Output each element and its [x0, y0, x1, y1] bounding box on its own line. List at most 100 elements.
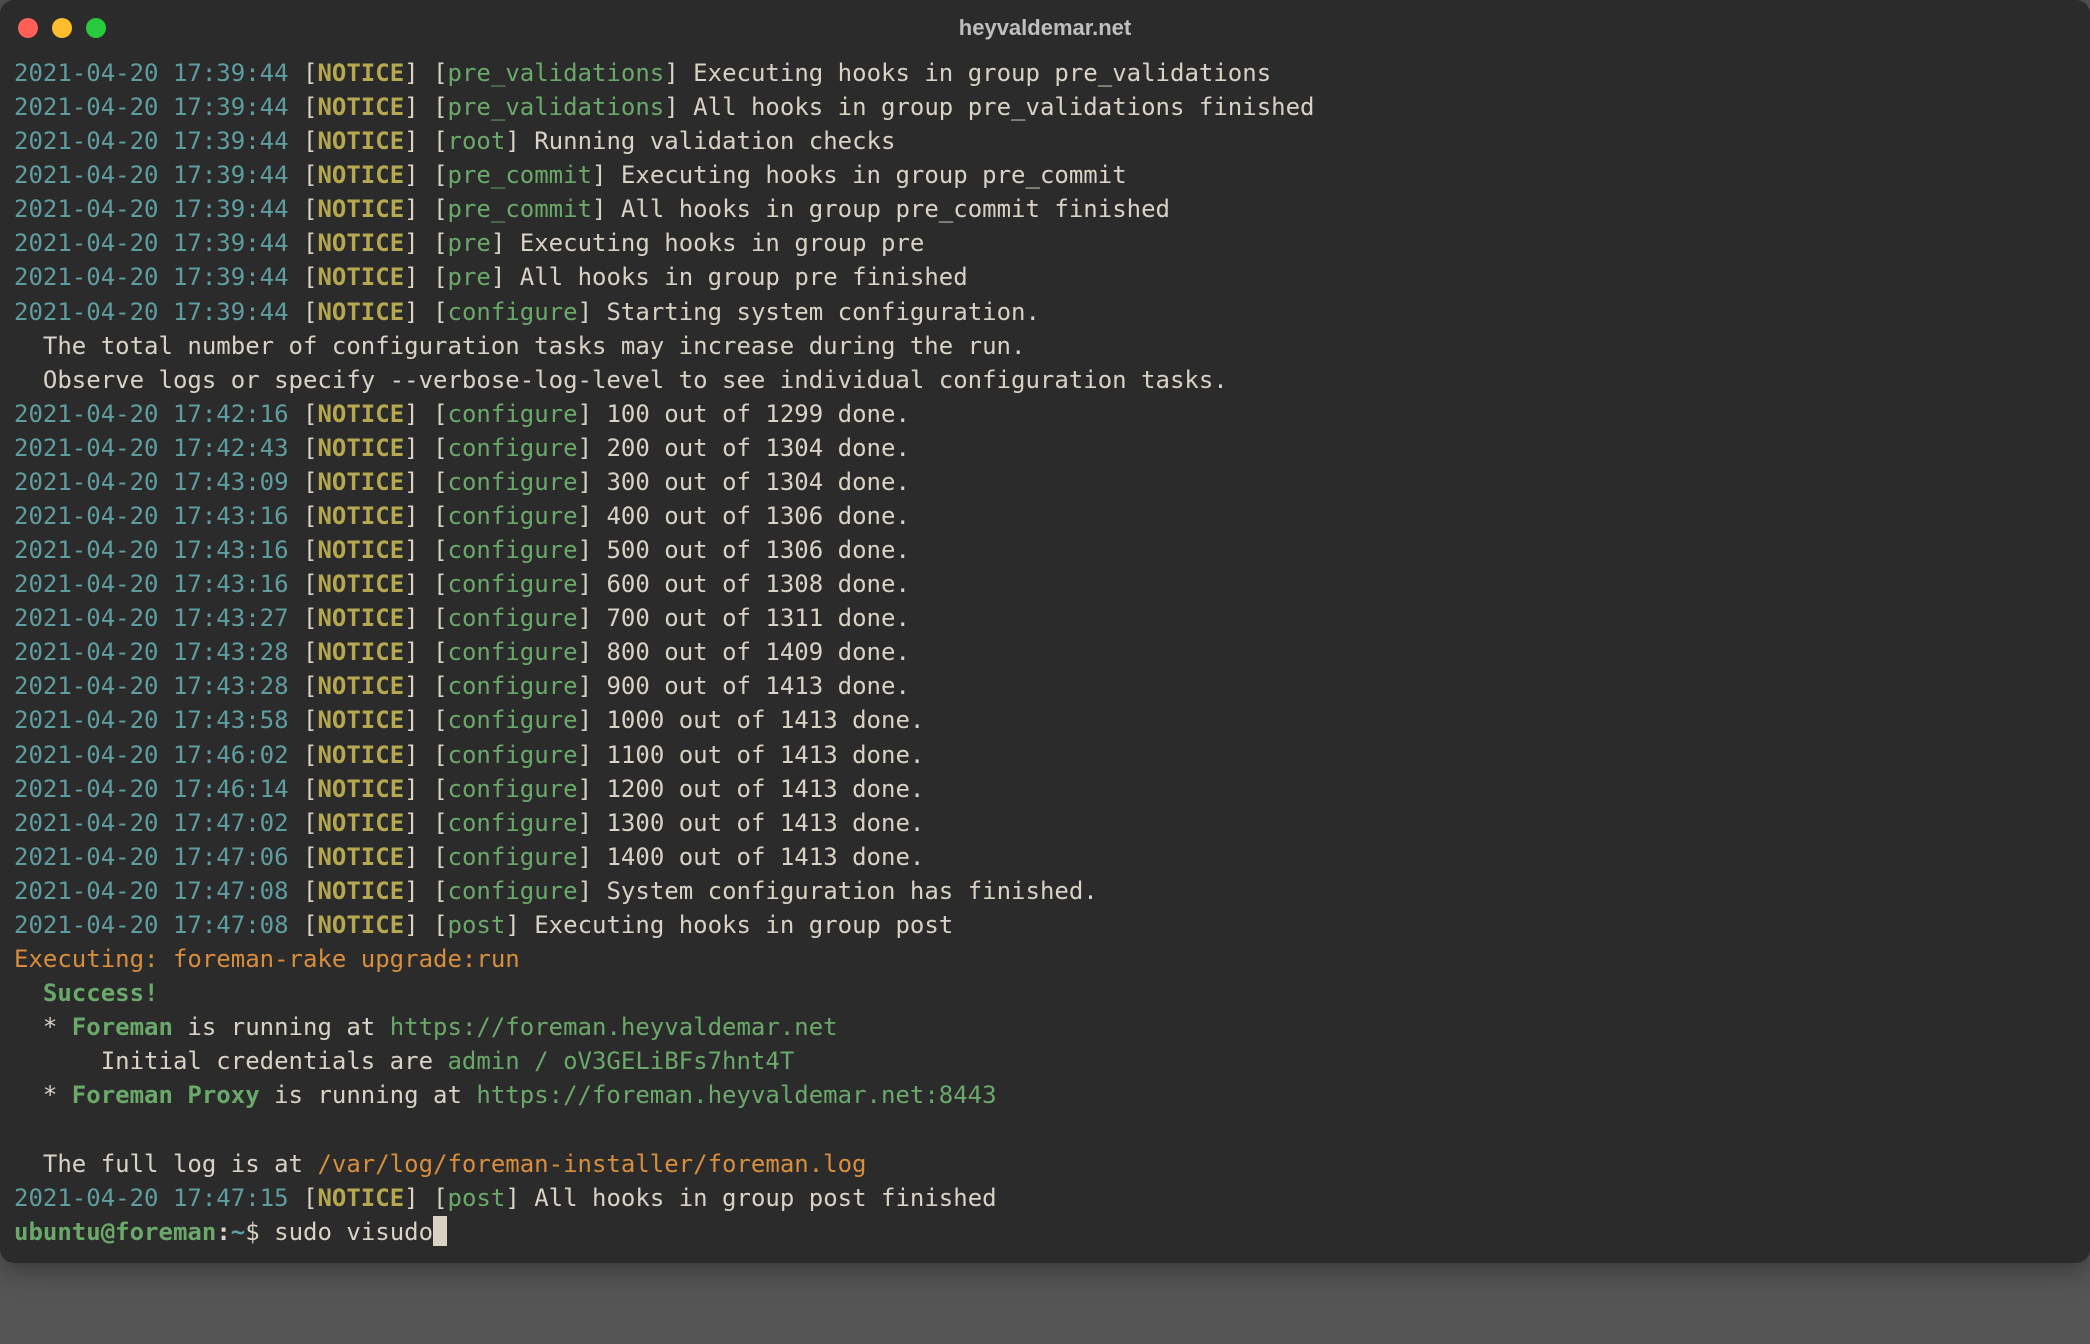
command-input[interactable]: sudo visudo [274, 1218, 433, 1246]
log-tag: pre_validations [448, 59, 665, 87]
log-tag: root [448, 127, 506, 155]
log-message: 1000 out of 1413 done. [606, 706, 924, 734]
timestamp: 2021-04-20 17:43:16 [14, 502, 289, 530]
log-tag: post [448, 1184, 506, 1212]
log-line: 2021-04-20 17:39:44 [NOTICE] [pre_valida… [14, 90, 2076, 124]
log-message: All hooks in group pre_commit finished [621, 195, 1170, 223]
maximize-icon[interactable] [86, 18, 106, 38]
log-tag: configure [448, 468, 578, 496]
log-line: 2021-04-20 17:39:44 [NOTICE] [pre_commit… [14, 192, 2076, 226]
log-tag: configure [448, 809, 578, 837]
prompt-user: ubuntu [14, 1218, 101, 1246]
log-line: 2021-04-20 17:46:14 [NOTICE] [configure]… [14, 772, 2076, 806]
timestamp: 2021-04-20 17:39:44 [14, 161, 289, 189]
timestamp: 2021-04-20 17:47:08 [14, 877, 289, 905]
log-message: 200 out of 1304 done. [606, 434, 909, 462]
log-note: Observe logs or specify --verbose-log-le… [14, 363, 2076, 397]
log-line: 2021-04-20 17:39:44 [NOTICE] [pre_valida… [14, 56, 2076, 90]
log-line: 2021-04-20 17:39:44 [NOTICE] [pre] Execu… [14, 226, 2076, 260]
log-line: 2021-04-20 17:39:44 [NOTICE] [configure]… [14, 295, 2076, 329]
log-tag: pre_commit [448, 195, 593, 223]
log-tag: configure [448, 741, 578, 769]
log-tag: configure [448, 604, 578, 632]
log-level: NOTICE [317, 229, 404, 257]
log-tag: pre [448, 263, 491, 291]
log-level: NOTICE [317, 536, 404, 564]
log-tag: configure [448, 672, 578, 700]
timestamp: 2021-04-20 17:43:16 [14, 570, 289, 598]
minimize-icon[interactable] [52, 18, 72, 38]
timestamp: 2021-04-20 17:43:09 [14, 468, 289, 496]
log-message: 700 out of 1311 done. [606, 604, 909, 632]
timestamp: 2021-04-20 17:43:27 [14, 604, 289, 632]
log-level: NOTICE [317, 809, 404, 837]
log-level: NOTICE [317, 59, 404, 87]
log-line: 2021-04-20 17:47:08 [NOTICE] [configure]… [14, 874, 2076, 908]
log-level: NOTICE [317, 93, 404, 121]
log-message: Executing hooks in group pre_validations [693, 59, 1271, 87]
timestamp: 2021-04-20 17:43:28 [14, 638, 289, 666]
close-icon[interactable] [18, 18, 38, 38]
log-message: 400 out of 1306 done. [606, 502, 909, 530]
foreman-url-line: * Foreman is running at https://foreman.… [14, 1010, 2076, 1044]
log-message: 600 out of 1308 done. [606, 570, 909, 598]
log-tag: configure [448, 434, 578, 462]
log-line: 2021-04-20 17:43:28 [NOTICE] [configure]… [14, 669, 2076, 703]
log-line: 2021-04-20 17:43:27 [NOTICE] [configure]… [14, 601, 2076, 635]
log-level: NOTICE [317, 877, 404, 905]
timestamp: 2021-04-20 17:46:02 [14, 741, 289, 769]
timestamp: 2021-04-20 17:47:06 [14, 843, 289, 871]
log-message: 800 out of 1409 done. [606, 638, 909, 666]
prompt-host: foreman [115, 1218, 216, 1246]
timestamp: 2021-04-20 17:39:44 [14, 59, 289, 87]
log-line: 2021-04-20 17:43:58 [NOTICE] [configure]… [14, 703, 2076, 737]
log-message: 900 out of 1413 done. [606, 672, 909, 700]
log-line: 2021-04-20 17:46:02 [NOTICE] [configure]… [14, 738, 2076, 772]
log-message: 100 out of 1299 done. [606, 400, 909, 428]
log-line: 2021-04-20 17:39:44 [NOTICE] [pre] All h… [14, 260, 2076, 294]
titlebar: heyvaldemar.net [0, 0, 2090, 56]
log-tag: configure [448, 400, 578, 428]
log-tag: post [448, 911, 506, 939]
timestamp: 2021-04-20 17:39:44 [14, 195, 289, 223]
log-line: 2021-04-20 17:39:44 [NOTICE] [root] Runn… [14, 124, 2076, 158]
log-line: 2021-04-20 17:43:16 [NOTICE] [configure]… [14, 567, 2076, 601]
timestamp: 2021-04-20 17:39:44 [14, 127, 289, 155]
log-tag: pre [448, 229, 491, 257]
log-line: 2021-04-20 17:43:09 [NOTICE] [configure]… [14, 465, 2076, 499]
log-level: NOTICE [317, 843, 404, 871]
success-label: Success! [14, 976, 2076, 1010]
log-tag: configure [448, 298, 578, 326]
timestamp: 2021-04-20 17:42:16 [14, 400, 289, 428]
timestamp: 2021-04-20 17:43:28 [14, 672, 289, 700]
log-level: NOTICE [317, 468, 404, 496]
log-message: Executing hooks in group post [534, 911, 953, 939]
log-message: 1400 out of 1413 done. [606, 843, 924, 871]
log-message: Executing hooks in group pre_commit [621, 161, 1127, 189]
proxy-url-line: * Foreman Proxy is running at https://fo… [14, 1078, 2076, 1112]
log-message: All hooks in group pre_validations finis… [693, 93, 1314, 121]
log-tag: configure [448, 502, 578, 530]
terminal-output[interactable]: 2021-04-20 17:39:44 [NOTICE] [pre_valida… [0, 56, 2090, 1263]
log-message: 300 out of 1304 done. [606, 468, 909, 496]
log-level: NOTICE [317, 298, 404, 326]
log-tag: configure [448, 570, 578, 598]
log-message: Executing hooks in group pre [520, 229, 925, 257]
credentials-line: Initial credentials are admin / oV3GELiB… [14, 1044, 2076, 1078]
log-line: 2021-04-20 17:43:16 [NOTICE] [configure]… [14, 533, 2076, 567]
prompt-line[interactable]: ubuntu@foreman:~$ sudo visudo [14, 1215, 2076, 1249]
log-line: 2021-04-20 17:39:44 [NOTICE] [pre_commit… [14, 158, 2076, 192]
log-level: NOTICE [317, 604, 404, 632]
traffic-lights [18, 18, 106, 38]
log-message: All hooks in group post finished [534, 1184, 996, 1212]
terminal-window: heyvaldemar.net 2021-04-20 17:39:44 [NOT… [0, 0, 2090, 1263]
log-level: NOTICE [317, 127, 404, 155]
log-message: Starting system configuration. [606, 298, 1039, 326]
prompt-cwd: ~ [231, 1218, 245, 1246]
log-level: NOTICE [317, 434, 404, 462]
timestamp: 2021-04-20 17:47:02 [14, 809, 289, 837]
log-line: 2021-04-20 17:47:02 [NOTICE] [configure]… [14, 806, 2076, 840]
log-level: NOTICE [317, 672, 404, 700]
log-note: The total number of configuration tasks … [14, 329, 2076, 363]
timestamp: 2021-04-20 17:39:44 [14, 93, 289, 121]
